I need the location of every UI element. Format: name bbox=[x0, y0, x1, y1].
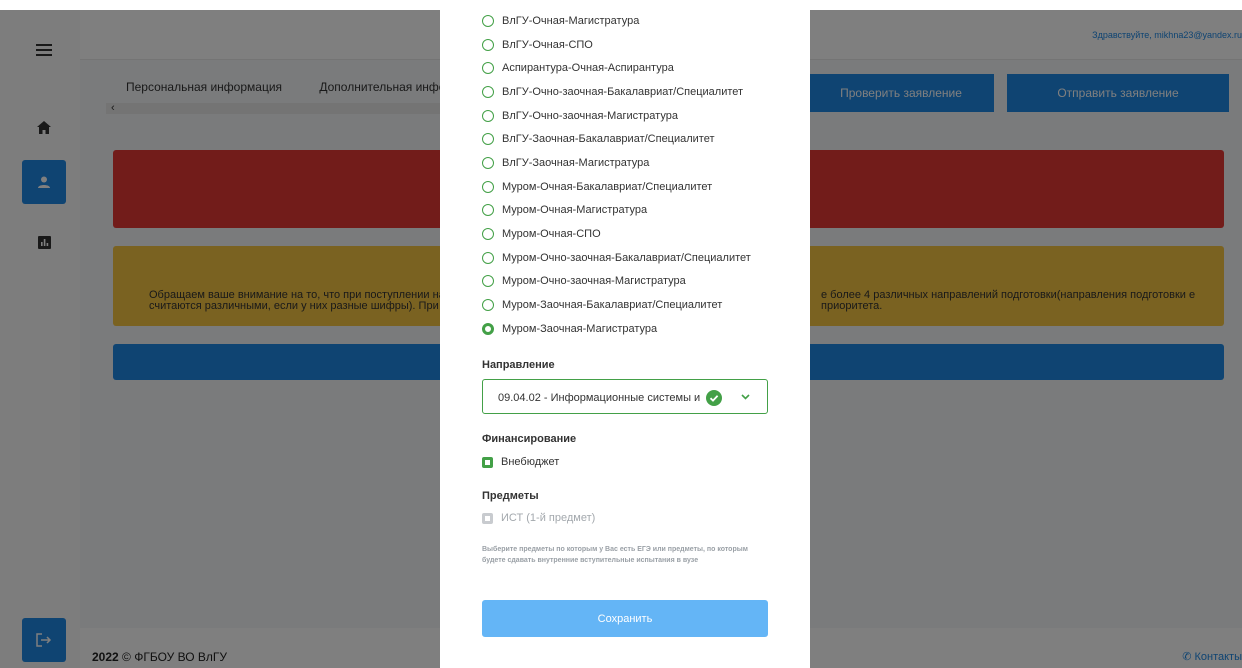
chevron-down-icon bbox=[741, 394, 750, 400]
financing-value: Внебюджет bbox=[501, 456, 560, 468]
admission-option-label: ВлГУ-Очно-заочная-Магистратура bbox=[502, 109, 678, 122]
admission-option[interactable]: ВлГУ-Очная-СПО bbox=[482, 33, 751, 57]
admission-option-label: ВлГУ-Очная-СПО bbox=[502, 38, 593, 51]
admission-option-label: Муром-Очно-заочная-Бакалавриат/Специалит… bbox=[502, 251, 751, 264]
admission-option-label: Муром-Заочная-Бакалавриат/Специалитет bbox=[502, 299, 723, 312]
radio-button[interactable] bbox=[482, 14, 494, 27]
admission-option[interactable]: Муром-Очная-Бакалавриат/Специалитет bbox=[482, 175, 751, 199]
radio-button[interactable] bbox=[482, 62, 494, 75]
direction-value: 09.04.02 - Информационные системы и bbox=[498, 392, 701, 404]
radio-button[interactable] bbox=[482, 228, 494, 241]
radio-button[interactable] bbox=[482, 322, 494, 335]
subjects-hint: Выберите предметы по которым у Вас есть … bbox=[482, 546, 748, 564]
subject-value: ИСТ (1-й предмет) bbox=[501, 512, 596, 524]
radio-button[interactable] bbox=[482, 109, 494, 122]
admission-option-list: ВлГУ-Очная-Магистратура ВлГУ-Очная-СПО Асп… bbox=[482, 9, 751, 341]
radio-button[interactable] bbox=[482, 156, 494, 169]
save-button[interactable]: Сохранить bbox=[482, 600, 768, 637]
admission-option-label: Аспирантура-Очная-Аспирантура bbox=[502, 62, 674, 75]
admission-option[interactable]: Муром-Заочная-Магистратура bbox=[482, 317, 751, 341]
check-circle-icon bbox=[706, 390, 722, 406]
subject-checkbox-row[interactable]: ИСТ (1-й предмет) bbox=[482, 512, 595, 524]
application-modal: ВлГУ-Очная-Магистратура ВлГУ-Очная-СПО Асп… bbox=[440, 0, 810, 668]
admission-option-label: ВлГУ-Очно-заочная-Бакалавриат/Специалите… bbox=[502, 85, 744, 98]
financing-checkbox[interactable] bbox=[482, 456, 493, 468]
admission-option[interactable]: Муром-Очно-заочная-Магистратура bbox=[482, 270, 751, 294]
radio-button[interactable] bbox=[482, 85, 494, 98]
admission-option-label: Муром-Очная-Магистратура bbox=[502, 204, 648, 217]
admission-option[interactable]: Муром-Очная-СПО bbox=[482, 222, 751, 246]
admission-option[interactable]: ВлГУ-Заочная-Бакалавриат/Специалитет bbox=[482, 127, 751, 151]
admission-option-label: ВлГУ-Очная-Магистратура bbox=[502, 14, 640, 27]
radio-button[interactable] bbox=[482, 180, 494, 193]
radio-button[interactable] bbox=[482, 38, 494, 51]
subjects-label: Предметы bbox=[482, 490, 539, 502]
admission-option[interactable]: Муром-Заочная-Бакалавриат/Специалитет bbox=[482, 293, 751, 317]
admission-option[interactable]: ВлГУ-Очно-заочная-Магистратура bbox=[482, 104, 751, 128]
admission-option[interactable]: Муром-Очно-заочная-Бакалавриат/Специалит… bbox=[482, 246, 751, 270]
financing-checkbox-row[interactable]: Внебюджет bbox=[482, 456, 559, 468]
admission-option-label: Муром-Очная-СПО bbox=[502, 228, 601, 241]
subject-checkbox[interactable] bbox=[482, 512, 493, 524]
admission-option-label: ВлГУ-Заочная-Магистратура bbox=[502, 156, 650, 169]
admission-option-label: ВлГУ-Заочная-Бакалавриат/Специалитет bbox=[502, 133, 715, 146]
admission-option-label: Муром-Заочная-Магистратура bbox=[502, 322, 658, 335]
admission-option[interactable]: Аспирантура-Очная-Аспирантура bbox=[482, 56, 751, 80]
admission-option[interactable]: ВлГУ-Очно-заочная-Бакалавриат/Специалите… bbox=[482, 80, 751, 104]
radio-button[interactable] bbox=[482, 133, 494, 146]
radio-button[interactable] bbox=[482, 251, 494, 264]
admission-option-label: Муром-Очно-заочная-Магистратура bbox=[502, 275, 686, 288]
direction-label: Направление bbox=[482, 359, 555, 371]
radio-button[interactable] bbox=[482, 204, 494, 217]
radio-button[interactable] bbox=[482, 299, 494, 312]
admission-option[interactable]: Муром-Очная-Магистратура bbox=[482, 199, 751, 223]
admission-option-label: Муром-Очная-Бакалавриат/Специалитет bbox=[502, 180, 713, 193]
radio-button[interactable] bbox=[482, 275, 494, 288]
admission-option[interactable]: ВлГУ-Заочная-Магистратура bbox=[482, 151, 751, 175]
direction-select[interactable]: 09.04.02 - Информационные системы и bbox=[482, 379, 768, 414]
financing-label: Финансирование bbox=[482, 433, 577, 445]
admission-option[interactable]: ВлГУ-Очная-Магистратура bbox=[482, 9, 751, 33]
